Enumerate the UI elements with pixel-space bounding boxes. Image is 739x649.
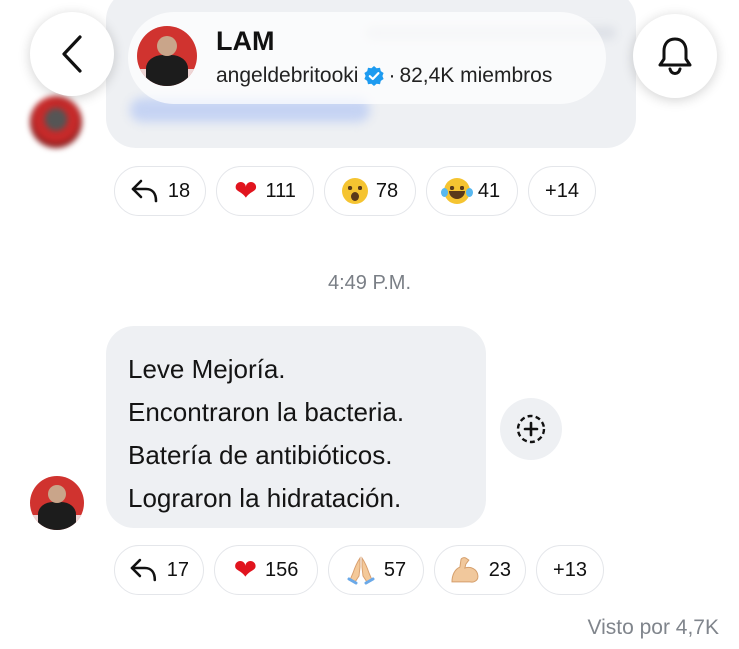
channel-username: angeldebritooki [216, 64, 359, 87]
channel-subtitle: angeldebritooki · 82,4K miembros [216, 64, 552, 88]
biceps-reaction-chip[interactable]: 23 [434, 545, 526, 595]
surprised-reaction-chip[interactable]: 78 [324, 166, 416, 216]
more-reactions-chip[interactable]: +14 [528, 166, 596, 216]
back-button[interactable] [30, 12, 114, 96]
message-line: Lograron la hidratación. [128, 483, 402, 513]
channel-name: LAM [216, 26, 275, 56]
timestamp: 4:49 P.M. [327, 272, 412, 294]
message-avatar[interactable] [30, 476, 84, 530]
channel-header[interactable] [128, 12, 606, 104]
member-count: 82,4K miembros [399, 64, 553, 87]
flexed-biceps-emoji [451, 557, 479, 583]
message-line: Encontraron la bacteria. [128, 397, 405, 427]
reply-count: 17 [166, 558, 189, 581]
biceps-count: 23 [488, 558, 511, 581]
reply-count-chip[interactable]: 17 [114, 545, 204, 595]
seen-by-count: Visto por 4,7K [587, 616, 719, 639]
heart-count: 156 [265, 558, 299, 581]
tears-of-joy-emoji [440, 178, 473, 204]
message-reactions: 17 ❤ 156 57 23 +13 [114, 545, 604, 595]
chevron-left-icon [62, 35, 82, 73]
more-reactions-count: +14 [545, 179, 579, 202]
heart-count: 111 [265, 179, 296, 202]
red-heart-emoji: ❤ [234, 174, 258, 207]
pray-count: 57 [383, 558, 407, 581]
laugh-reaction-chip[interactable]: 41 [426, 166, 518, 216]
laugh-count: 41 [477, 179, 501, 202]
previous-message-reactions: 18 ❤ 111 78 41 +14 [114, 166, 596, 216]
reply-count: 18 [167, 179, 191, 202]
heart-reaction-chip[interactable]: ❤ 156 [214, 545, 318, 595]
notifications-button[interactable] [633, 14, 717, 98]
verified-badge-icon [363, 65, 385, 87]
surprised-face-emoji [341, 178, 368, 204]
message-bubble[interactable]: Leve Mejoría. Encontraron la bacteria. B… [106, 326, 486, 528]
surprised-count: 78 [375, 179, 399, 202]
pray-reaction-chip[interactable]: 57 [328, 545, 424, 595]
folded-hands-emoji [347, 556, 375, 585]
previous-message-avatar [30, 96, 82, 148]
add-reaction-button[interactable] [500, 398, 562, 460]
separator-dot: · [388, 64, 396, 87]
add-reaction-icon [516, 414, 546, 444]
heart-reaction-chip[interactable]: ❤ 111 [216, 166, 314, 216]
reply-icon [131, 179, 158, 203]
more-reactions-chip[interactable]: +13 [536, 545, 604, 595]
more-reactions-count: +13 [553, 558, 587, 581]
red-heart-emoji: ❤ [233, 553, 258, 586]
reply-icon [130, 558, 157, 582]
bell-icon [658, 37, 692, 76]
message-line: Leve Mejoría. [128, 354, 286, 384]
reply-count-chip[interactable]: 18 [114, 166, 206, 216]
channel-avatar[interactable] [137, 26, 197, 86]
message-line: Batería de antibióticos. [128, 440, 393, 470]
